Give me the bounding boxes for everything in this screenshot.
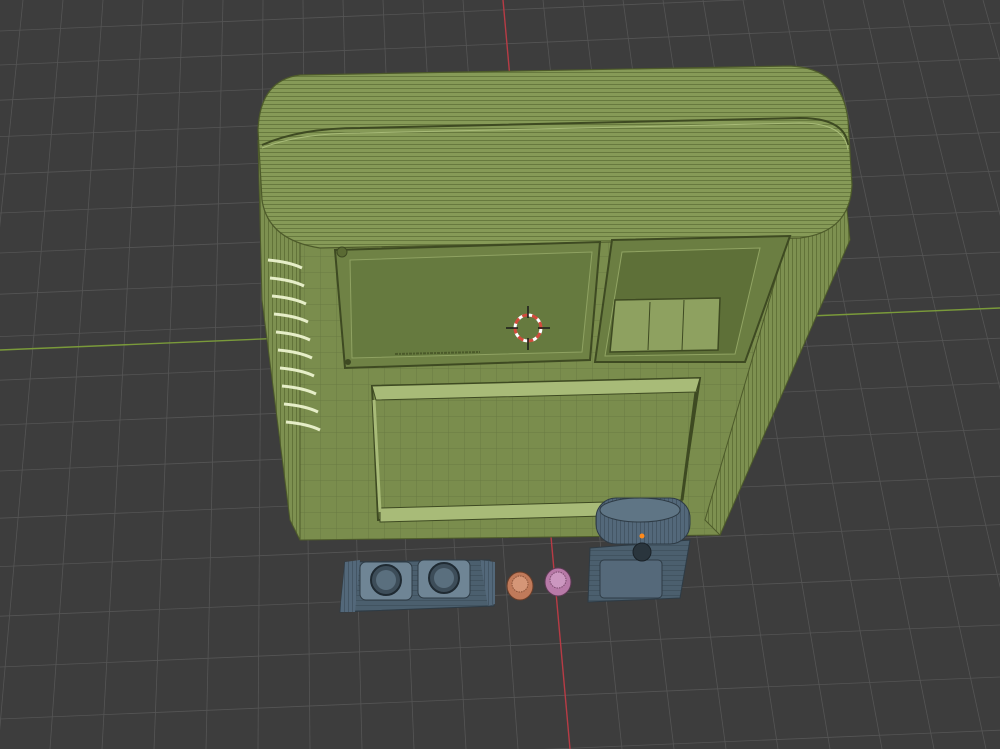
grid-line (0, 22, 1000, 66)
grid-line (862, 0, 1000, 589)
grid-line (942, 0, 1000, 217)
orange-knob-part[interactable] (506, 571, 534, 601)
speaker-bar-part[interactable] (339, 559, 495, 613)
grid-line (0, 624, 1000, 668)
3d-viewport[interactable] (0, 0, 1000, 749)
grid-line (205, 0, 224, 749)
grid-line (0, 0, 24, 228)
dial-wheel-part[interactable] (587, 497, 691, 603)
grid-line (902, 0, 1000, 391)
grid-line (49, 0, 104, 749)
grid-line (982, 0, 1000, 62)
pink-knob-part[interactable] (544, 567, 572, 597)
grid-line (542, 729, 1000, 749)
device-body-mesh[interactable] (257, 65, 853, 541)
origin-dot-icon (639, 533, 645, 539)
grid-line (822, 0, 987, 749)
grid-line (0, 573, 1000, 617)
grid-line (153, 0, 184, 749)
grid-line (0, 0, 64, 731)
grid-line (0, 676, 1000, 720)
grid-line (0, 0, 748, 32)
